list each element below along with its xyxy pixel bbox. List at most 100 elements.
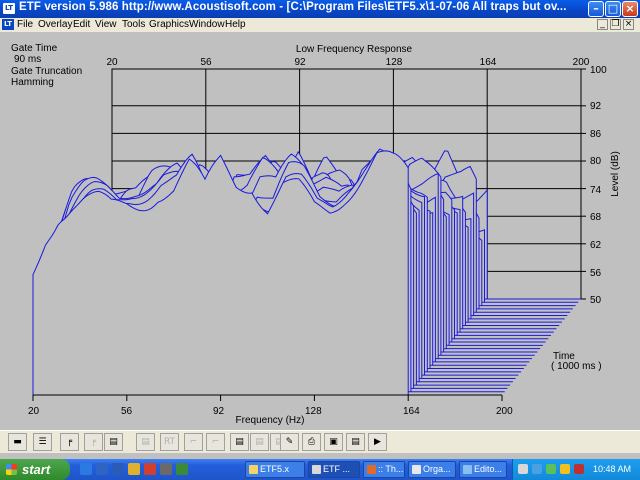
explorer-icon[interactable] <box>128 463 140 475</box>
antivirus-icon[interactable] <box>560 464 570 474</box>
window-title: ETF version 5.986 http://www.Acoustisoft… <box>19 1 567 13</box>
bottom-tick-56: 56 <box>121 406 133 417</box>
task-etf5x[interactable]: ETF5.x <box>245 461 305 478</box>
waterfall-plot[interactable]: Gate Time 90 ms Gate Truncation Hamming … <box>0 32 640 430</box>
bottom-tick-92: 92 <box>213 406 225 417</box>
bottom-tick-200: 200 <box>496 406 513 417</box>
menu-file[interactable]: File <box>17 19 33 30</box>
rt60-button: RT <box>160 433 179 451</box>
energy-button: ⌐ <box>206 433 225 451</box>
mdi-minimize-icon[interactable]: _ <box>597 19 608 30</box>
gate-window-label: Gate Truncation <box>11 66 82 77</box>
level-tick-74: 74 <box>590 185 602 196</box>
top-tick-56: 56 <box>200 57 212 68</box>
time-axis-value: ( 1000 ms ) <box>551 361 602 372</box>
task-label: Orga... <box>423 464 451 474</box>
waterfall-curves <box>32 148 488 396</box>
level-tick-86: 86 <box>590 129 602 140</box>
windows-logo-icon <box>6 464 17 475</box>
menu-bar: LT File Overlay Edit View Tools Graphics… <box>0 18 640 32</box>
close-icon[interactable]: × <box>622 1 638 17</box>
network-icon[interactable] <box>518 464 528 474</box>
taskbar: start ETF5.x ETF ... :: Th... Orga... Ed… <box>0 459 640 480</box>
maximize-icon[interactable]: □ <box>605 1 621 17</box>
bottom-toolbar: ▬☰╒╒▤▤RT⌐⌐▤▤▤✎⎙▣▤▶ <box>0 430 640 453</box>
security-icon[interactable] <box>574 464 584 474</box>
browser-icon <box>367 465 376 474</box>
menu-tools[interactable]: Tools <box>122 19 145 30</box>
frequency-button: ╒ <box>84 433 103 451</box>
title-bar[interactable]: LT ETF version 5.986 http://www.Acoustis… <box>0 0 640 18</box>
sync-icon[interactable] <box>546 464 556 474</box>
level-tick-100: 100 <box>590 65 607 76</box>
tile-button[interactable]: ☰ <box>33 433 52 451</box>
app-icon[interactable] <box>176 463 188 475</box>
bottom-tick-128: 128 <box>305 406 322 417</box>
word-icon[interactable] <box>112 463 124 475</box>
menu-graphics[interactable]: Graphics <box>149 19 189 30</box>
organizer-icon <box>412 465 421 474</box>
clock: 10:48 AM <box>593 464 632 474</box>
copy-button[interactable]: ▣ <box>324 433 343 451</box>
task-etf-active[interactable]: ETF ... <box>308 461 360 478</box>
paste-button[interactable]: ▤ <box>346 433 365 451</box>
mdi-close-icon[interactable]: × <box>623 19 634 30</box>
menu-view[interactable]: View <box>95 19 117 30</box>
impulse-button[interactable]: ╒ <box>60 433 79 451</box>
frequency-axis-label: Frequency (Hz) <box>236 415 305 426</box>
menu-help[interactable]: Help <box>225 19 246 30</box>
minimize-icon[interactable]: – <box>588 1 604 17</box>
gate-time-value: 90 ms <box>14 54 41 65</box>
edit-button[interactable]: ✎ <box>280 433 299 451</box>
folder-icon <box>249 465 258 474</box>
task-thread[interactable]: :: Th... <box>363 461 405 478</box>
start-button[interactable]: start <box>0 459 70 480</box>
task-label: ETF5.x <box>260 464 290 474</box>
etf-app-icon <box>312 465 321 474</box>
level-tick-62: 62 <box>590 240 602 251</box>
print-button[interactable]: ⎙ <box>302 433 321 451</box>
task-label: ETF ... <box>323 464 350 474</box>
document-icon[interactable]: LT <box>2 19 14 30</box>
top-tick-164: 164 <box>480 57 497 68</box>
level-axis-label: Level (dB) <box>610 151 621 197</box>
level-tick-56: 56 <box>590 268 602 279</box>
waterfall-button[interactable]: ▤ <box>104 433 123 451</box>
level-tick-92: 92 <box>590 101 602 112</box>
task-label: :: Th... <box>378 464 404 474</box>
waterfall-alt-button: ▤ <box>136 433 155 451</box>
level-tick-50: 50 <box>590 295 602 306</box>
gate-window-value: Hamming <box>11 77 54 88</box>
top-tick-20: 20 <box>106 57 118 68</box>
top-tick-200: 200 <box>573 57 590 68</box>
level-tick-68: 68 <box>590 212 602 223</box>
menu-overlay[interactable]: Overlay <box>38 19 72 30</box>
play-button[interactable]: ▶ <box>368 433 387 451</box>
plot-area[interactable]: Gate Time 90 ms Gate Truncation Hamming … <box>0 32 640 430</box>
bottom-tick-20: 20 <box>28 406 40 417</box>
task-organizer[interactable]: Orga... <box>408 461 456 478</box>
mdi-restore-icon[interactable]: ❐ <box>610 19 621 30</box>
bottom-tick-164: 164 <box>403 406 420 417</box>
menu-window[interactable]: Window <box>189 19 225 30</box>
start-label: start <box>22 462 51 477</box>
menu-edit[interactable]: Edit <box>73 19 90 30</box>
app-icon[interactable]: LT <box>3 3 15 14</box>
plot-title: Low Frequency Response <box>296 44 413 55</box>
zoom-out-button[interactable]: ▬ <box>8 433 27 451</box>
task-editor[interactable]: Edito... <box>459 461 507 478</box>
media-icon[interactable] <box>144 463 156 475</box>
step-button: ⌐ <box>184 433 203 451</box>
outlook-icon[interactable] <box>96 463 108 475</box>
spectrum-button[interactable]: ▤ <box>230 433 249 451</box>
cumulative-button: ▤ <box>250 433 269 451</box>
task-label: Edito... <box>474 464 503 474</box>
top-tick-128: 128 <box>386 57 403 68</box>
ie-icon[interactable] <box>80 463 92 475</box>
level-tick-80: 80 <box>590 156 602 167</box>
volume-icon[interactable] <box>532 464 542 474</box>
editor-icon <box>463 465 472 474</box>
cd-icon[interactable] <box>160 463 172 475</box>
top-tick-92: 92 <box>294 57 306 68</box>
system-tray: 10:48 AM <box>512 459 640 480</box>
